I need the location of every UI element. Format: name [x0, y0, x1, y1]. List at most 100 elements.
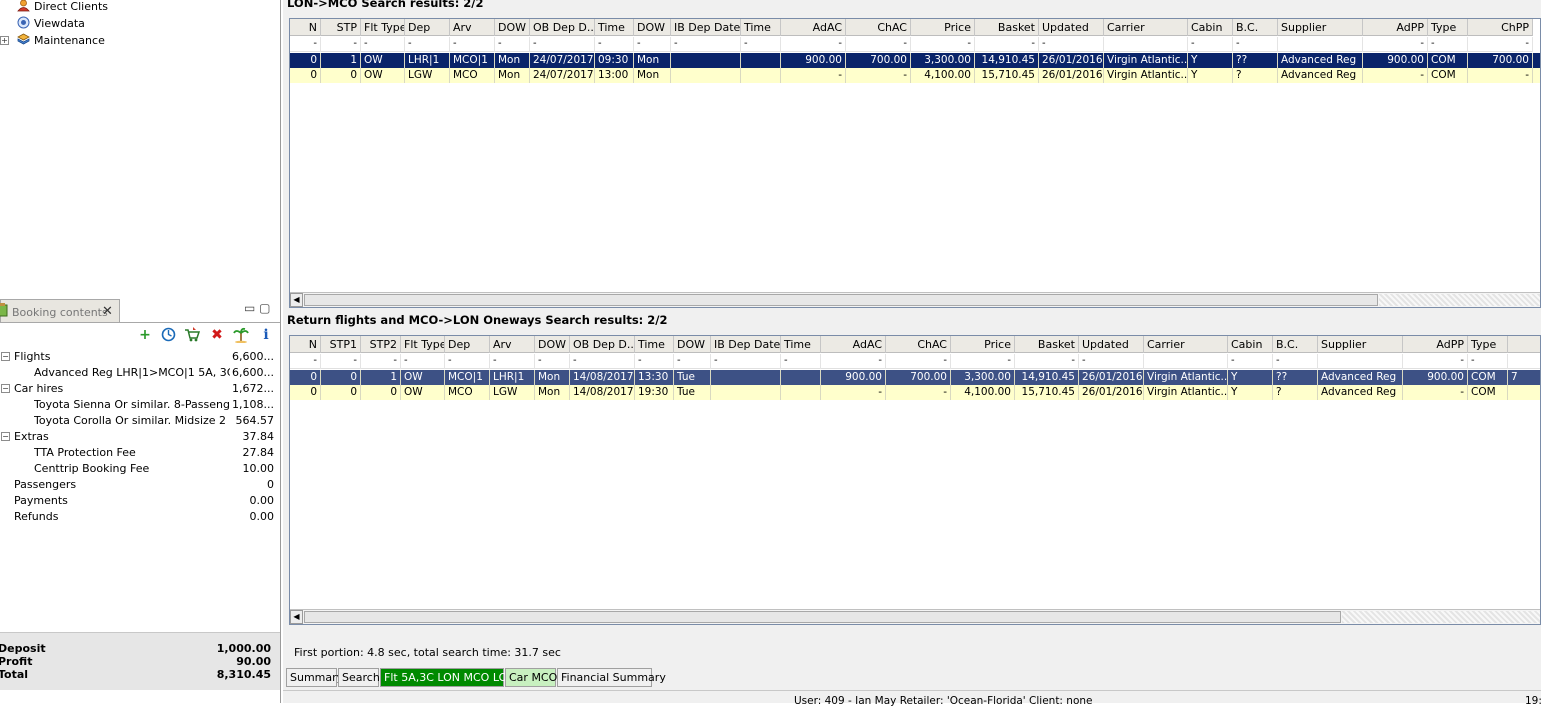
column-header[interactable]: STP2 [361, 336, 401, 353]
column-filter-cell[interactable]: - [951, 354, 1015, 369]
column-header[interactable]: Basket [975, 19, 1039, 36]
column-header[interactable]: Flt Type [401, 336, 445, 353]
column-header[interactable]: OB Dep D... [570, 336, 635, 353]
column-filter-cell[interactable]: - [886, 354, 951, 369]
cart-icon[interactable] [184, 327, 201, 343]
column-header[interactable]: N [290, 336, 321, 353]
collapse-icon[interactable]: − [1, 352, 10, 361]
column-filter-cell[interactable]: - [821, 354, 886, 369]
column-filter-cell[interactable]: - [1039, 37, 1104, 52]
column-header[interactable]: Time [635, 336, 674, 353]
column-header[interactable]: DOW [495, 19, 530, 36]
column-header[interactable]: Supplier [1318, 336, 1403, 353]
column-filter-cell[interactable]: - [1468, 354, 1508, 369]
tree-item-viewdata[interactable]: Viewdata [17, 15, 85, 32]
column-header[interactable]: Price [911, 19, 975, 36]
collapse-icon[interactable]: − [1, 384, 10, 393]
column-filter-cell[interactable]: - [290, 37, 321, 52]
tab-flt-5a-3c-lon-mco-lon[interactable]: Flt 5A,3C LON MCO LON [380, 668, 515, 687]
column-header[interactable]: Cabin [1228, 336, 1273, 353]
close-icon[interactable]: ✕ [102, 304, 113, 319]
column-header[interactable]: ChAC [846, 19, 911, 36]
scroll-thumb[interactable] [304, 294, 1378, 306]
column-filter-cell[interactable] [1318, 354, 1403, 369]
column-header[interactable]: Cabin [1188, 19, 1233, 36]
column-filter-cell[interactable]: - [405, 37, 450, 52]
booking-row[interactable]: TTA Protection Fee 27.84 [0, 445, 278, 461]
column-header[interactable]: Arv [450, 19, 495, 36]
column-header[interactable]: Time [741, 19, 781, 36]
column-header[interactable]: IB Dep Date [711, 336, 781, 353]
column-header[interactable]: DOW [674, 336, 711, 353]
column-filter-cell[interactable]: - [450, 37, 495, 52]
tree-item-maintenance[interactable]: Maintenance [17, 32, 105, 49]
tab-summary[interactable]: Summary [286, 668, 343, 687]
booking-row[interactable]: Centtrip Booking Fee 10.00 [0, 461, 278, 477]
scroll-left-icon[interactable]: ◀ [290, 610, 303, 624]
column-filter-cell[interactable]: - [490, 354, 535, 369]
column-header[interactable]: OB Dep D... [530, 19, 595, 36]
column-filter-cell[interactable]: - [570, 354, 635, 369]
column-filter-cell[interactable]: - [781, 37, 846, 52]
table-row[interactable]: 0 1 OW LHR|1 MCO|1 Mon 24/07/2017 09:30 Mon 900.0… [290, 53, 1540, 68]
column-filter-cell[interactable] [1144, 354, 1228, 369]
booking-row[interactable]: Advanced Reg LHR|1>MCO|1 5A, 3C 2· 6,600.… [0, 365, 278, 381]
column-header[interactable]: AdAC [821, 336, 886, 353]
delete-icon[interactable]: ✖ [209, 327, 225, 343]
column-header[interactable]: STP1 [321, 336, 361, 353]
outbound-horizontal-scrollbar[interactable]: ◀ [290, 292, 1540, 307]
column-header[interactable]: ChAC [886, 336, 951, 353]
column-filter-cell[interactable]: - [321, 354, 361, 369]
column-header[interactable]: B.C. [1233, 19, 1278, 36]
column-header[interactable]: Price [951, 336, 1015, 353]
tab-search[interactable]: Search [338, 668, 380, 687]
tab-financial-summary[interactable]: Financial Summary [557, 668, 666, 687]
column-filter-cell[interactable]: - [711, 354, 781, 369]
column-filter-cell[interactable]: - [530, 37, 595, 52]
holiday-icon[interactable] [233, 327, 249, 344]
column-filter-cell[interactable]: - [1273, 354, 1318, 369]
column-filter-cell[interactable]: - [911, 37, 975, 52]
column-header[interactable]: AdAC [781, 19, 846, 36]
column-filter-cell[interactable]: - [634, 37, 671, 52]
scroll-thumb[interactable] [304, 611, 1341, 623]
booking-row[interactable]: − Flights 6,600... [0, 349, 278, 365]
column-header[interactable]: AdPP [1403, 336, 1468, 353]
booking-row[interactable]: Payments 0.00 [0, 493, 278, 509]
booking-row[interactable]: Passengers 0 [0, 477, 278, 493]
column-filter-cell[interactable]: - [495, 37, 530, 52]
column-filter-cell[interactable]: - [975, 37, 1039, 52]
column-filter-cell[interactable]: - [635, 354, 674, 369]
column-filter-cell[interactable]: - [1079, 354, 1144, 369]
booking-row[interactable]: − Car hires 1,672... [0, 381, 278, 397]
column-filter-cell[interactable]: - [674, 354, 711, 369]
column-header[interactable]: Updated [1039, 19, 1104, 36]
tab-car-mco[interactable]: Car MCO [505, 668, 557, 687]
add-icon[interactable]: + [137, 327, 153, 343]
column-filter-cell[interactable]: - [1428, 37, 1468, 52]
column-header[interactable]: Carrier [1144, 336, 1228, 353]
table-row[interactable]: 0 0 1 OW MCO|1 LHR|1 Mon 14/08/2017 13:30 Tue 900.… [290, 370, 1540, 385]
booking-row[interactable]: Toyota Corolla Or similar. Midsize 2 or … [0, 413, 278, 429]
inbound-horizontal-scrollbar[interactable]: ◀ [290, 609, 1540, 624]
column-filter-cell[interactable]: - [290, 354, 321, 369]
column-filter-cell[interactable]: - [846, 37, 911, 52]
column-filter-cell[interactable]: - [741, 37, 781, 52]
column-header[interactable]: Time [595, 19, 634, 36]
column-filter-cell[interactable] [1508, 354, 1540, 369]
column-header[interactable]: Updated [1079, 336, 1144, 353]
column-filter-cell[interactable]: - [1468, 37, 1533, 52]
column-header[interactable]: Type [1468, 336, 1508, 353]
column-header[interactable]: Flt Type [361, 19, 405, 36]
booking-row[interactable]: − Extras 37.84 [0, 429, 278, 445]
tree-item-direct-clients[interactable]: Direct Clients [17, 0, 108, 15]
scroll-left-icon[interactable]: ◀ [290, 293, 303, 307]
column-filter-cell[interactable]: - [1363, 37, 1428, 52]
column-filter-cell[interactable]: - [321, 37, 361, 52]
column-header[interactable]: Basket [1015, 336, 1079, 353]
column-filter-cell[interactable] [1278, 37, 1363, 52]
column-header[interactable]: N [290, 19, 321, 36]
column-filter-cell[interactable] [1104, 37, 1188, 52]
column-header[interactable]: STP [321, 19, 361, 36]
minimize-maximize-icon[interactable]: ▭ ▢ [244, 301, 271, 315]
